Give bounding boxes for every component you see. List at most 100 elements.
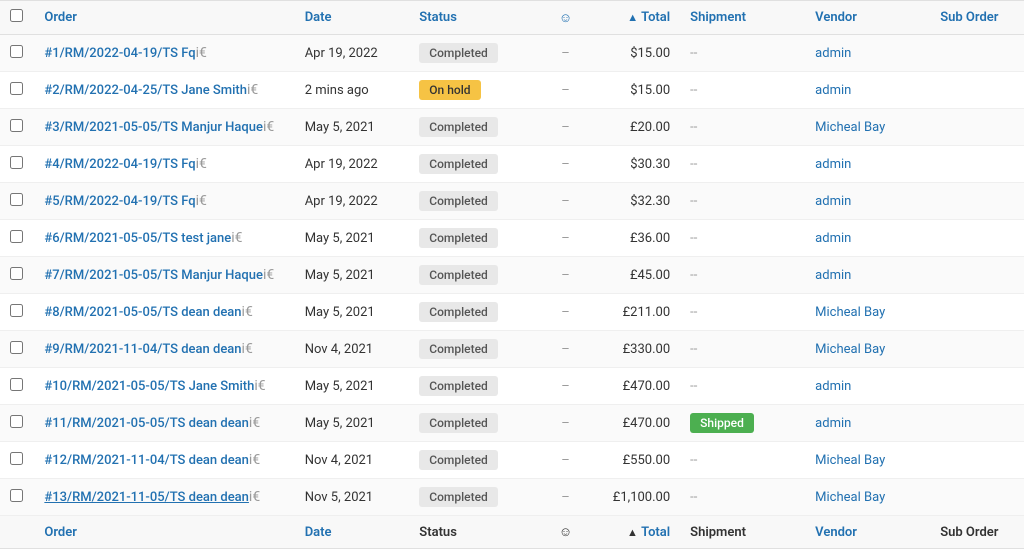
date-header[interactable]: Date <box>295 1 410 35</box>
row-checkbox-cell[interactable] <box>0 109 34 146</box>
vendor-cell: admin <box>805 72 930 109</box>
row-checkbox-cell[interactable] <box>0 257 34 294</box>
order-link[interactable]: #11/RM/2021-05-05/TS dean dean <box>44 416 249 431</box>
vendor-link[interactable]: admin <box>815 46 851 61</box>
shipment-cell: -- <box>680 257 805 294</box>
row-checkbox-cell[interactable] <box>0 35 34 72</box>
vendor-link[interactable]: admin <box>815 194 851 209</box>
order-link[interactable]: #7/RM/2021-05-05/TS Manjur Haque <box>44 268 263 283</box>
date-cell: Nov 5, 2021 <box>295 479 410 516</box>
order-icons[interactable]: i€ <box>263 267 274 283</box>
order-icons[interactable]: i€ <box>254 378 265 394</box>
date-cell: May 5, 2021 <box>295 294 410 331</box>
order-cell: #11/RM/2021-05-05/TS dean dean i€ <box>34 405 294 442</box>
row-checkbox-cell[interactable] <box>0 294 34 331</box>
row-checkbox[interactable] <box>10 415 23 428</box>
row-checkbox-cell[interactable] <box>0 479 34 516</box>
vendor-link[interactable]: Micheal Bay <box>815 453 885 468</box>
row-checkbox-cell[interactable] <box>0 146 34 183</box>
order-cell: #4/RM/2022-04-19/TS Fq i€ <box>34 146 294 183</box>
order-icons[interactable]: i€ <box>196 156 207 172</box>
vendor-header[interactable]: Vendor <box>805 1 930 35</box>
order-link[interactable]: #4/RM/2022-04-19/TS Fq <box>44 157 195 172</box>
suborder-cell <box>930 368 1024 405</box>
row-checkbox-cell[interactable] <box>0 405 34 442</box>
row-checkbox-cell[interactable] <box>0 183 34 220</box>
order-link[interactable]: #5/RM/2022-04-19/TS Fq <box>44 194 195 209</box>
shipment-cell: -- <box>680 331 805 368</box>
row-checkbox[interactable] <box>10 45 23 58</box>
vendor-cell: Micheal Bay <box>805 294 930 331</box>
row-checkbox-cell[interactable] <box>0 72 34 109</box>
row-checkbox[interactable] <box>10 267 23 280</box>
row-checkbox[interactable] <box>10 156 23 169</box>
shipment-cell: Shipped <box>680 405 805 442</box>
row-checkbox[interactable] <box>10 378 23 391</box>
row-checkbox[interactable] <box>10 452 23 465</box>
order-icons[interactable]: i€ <box>196 193 207 209</box>
table-row: #2/RM/2022-04-25/TS Jane Smith i€2 mins … <box>0 72 1024 109</box>
shipment-header[interactable]: Shipment <box>680 1 805 35</box>
vendor-link[interactable]: admin <box>815 83 851 98</box>
suborder-header[interactable]: Sub Order <box>930 1 1024 35</box>
table-row: #11/RM/2021-05-05/TS dean dean i€May 5, … <box>0 405 1024 442</box>
order-icons[interactable]: i€ <box>249 452 260 468</box>
select-all-checkbox[interactable] <box>10 9 23 22</box>
row-checkbox[interactable] <box>10 304 23 317</box>
vendor-link[interactable]: Micheal Bay <box>815 305 885 320</box>
order-icons[interactable]: i€ <box>249 415 260 431</box>
vendor-link[interactable]: admin <box>815 157 851 172</box>
status-cell: Completed <box>409 479 544 516</box>
order-icons[interactable]: i€ <box>249 489 260 505</box>
select-all-header[interactable] <box>0 1 34 35</box>
order-link[interactable]: #6/RM/2021-05-05/TS test jane <box>44 231 231 246</box>
vendor-link[interactable]: Micheal Bay <box>815 342 885 357</box>
order-icons[interactable]: i€ <box>242 341 253 357</box>
date-header-label: Date <box>305 10 332 25</box>
shipment-cell: -- <box>680 368 805 405</box>
row-checkbox[interactable] <box>10 341 23 354</box>
order-header-label: Order <box>44 10 77 25</box>
table-row: #4/RM/2022-04-19/TS Fq i€Apr 19, 2022Com… <box>0 146 1024 183</box>
order-link[interactable]: #9/RM/2021-11-04/TS dean dean <box>44 342 241 357</box>
row-checkbox-cell[interactable] <box>0 442 34 479</box>
order-icons[interactable]: i€ <box>231 230 242 246</box>
row-checkbox[interactable] <box>10 230 23 243</box>
order-header[interactable]: Order <box>34 1 294 35</box>
order-link[interactable]: #8/RM/2021-05-05/TS dean dean <box>44 305 241 320</box>
shipped-badge: Shipped <box>690 413 754 433</box>
status-badge: Completed <box>419 191 498 211</box>
order-link[interactable]: #1/RM/2022-04-19/TS Fq <box>44 46 195 61</box>
order-link[interactable]: #13/RM/2021-11-05/TS dean dean <box>44 490 249 505</box>
row-checkbox-cell[interactable] <box>0 368 34 405</box>
table-row: #9/RM/2021-11-04/TS dean dean i€Nov 4, 2… <box>0 331 1024 368</box>
order-link[interactable]: #12/RM/2021-11-04/TS dean dean <box>44 453 249 468</box>
total-cell: $15.00 <box>586 35 680 72</box>
total-cell: £1,100.00 <box>586 479 680 516</box>
row-checkbox[interactable] <box>10 193 23 206</box>
order-icons[interactable]: i€ <box>242 304 253 320</box>
order-icons[interactable]: i€ <box>247 82 258 98</box>
vendor-link[interactable]: admin <box>815 416 851 431</box>
total-cell: £36.00 <box>586 220 680 257</box>
row-checkbox[interactable] <box>10 119 23 132</box>
order-link[interactable]: #2/RM/2022-04-25/TS Jane Smith <box>44 83 247 98</box>
total-cell: $30.30 <box>586 146 680 183</box>
order-icons[interactable]: i€ <box>263 119 274 135</box>
row-checkbox-cell[interactable] <box>0 220 34 257</box>
order-icons[interactable]: i€ <box>196 45 207 61</box>
vendor-link[interactable]: admin <box>815 379 851 394</box>
vendor-link[interactable]: Micheal Bay <box>815 490 885 505</box>
vendor-link[interactable]: admin <box>815 268 851 283</box>
row-checkbox-cell[interactable] <box>0 331 34 368</box>
total-header[interactable]: ▲ Total <box>586 1 680 35</box>
footer-suborder: Sub Order <box>930 516 1024 549</box>
vendor-link[interactable]: Micheal Bay <box>815 120 885 135</box>
order-link[interactable]: #3/RM/2021-05-05/TS Manjur Haque <box>44 120 263 135</box>
status-header[interactable]: Status <box>409 1 544 35</box>
order-link[interactable]: #10/RM/2021-05-05/TS Jane Smith <box>44 379 254 394</box>
row-checkbox[interactable] <box>10 82 23 95</box>
vendor-link[interactable]: admin <box>815 231 851 246</box>
shipment-cell: -- <box>680 442 805 479</box>
row-checkbox[interactable] <box>10 489 23 502</box>
